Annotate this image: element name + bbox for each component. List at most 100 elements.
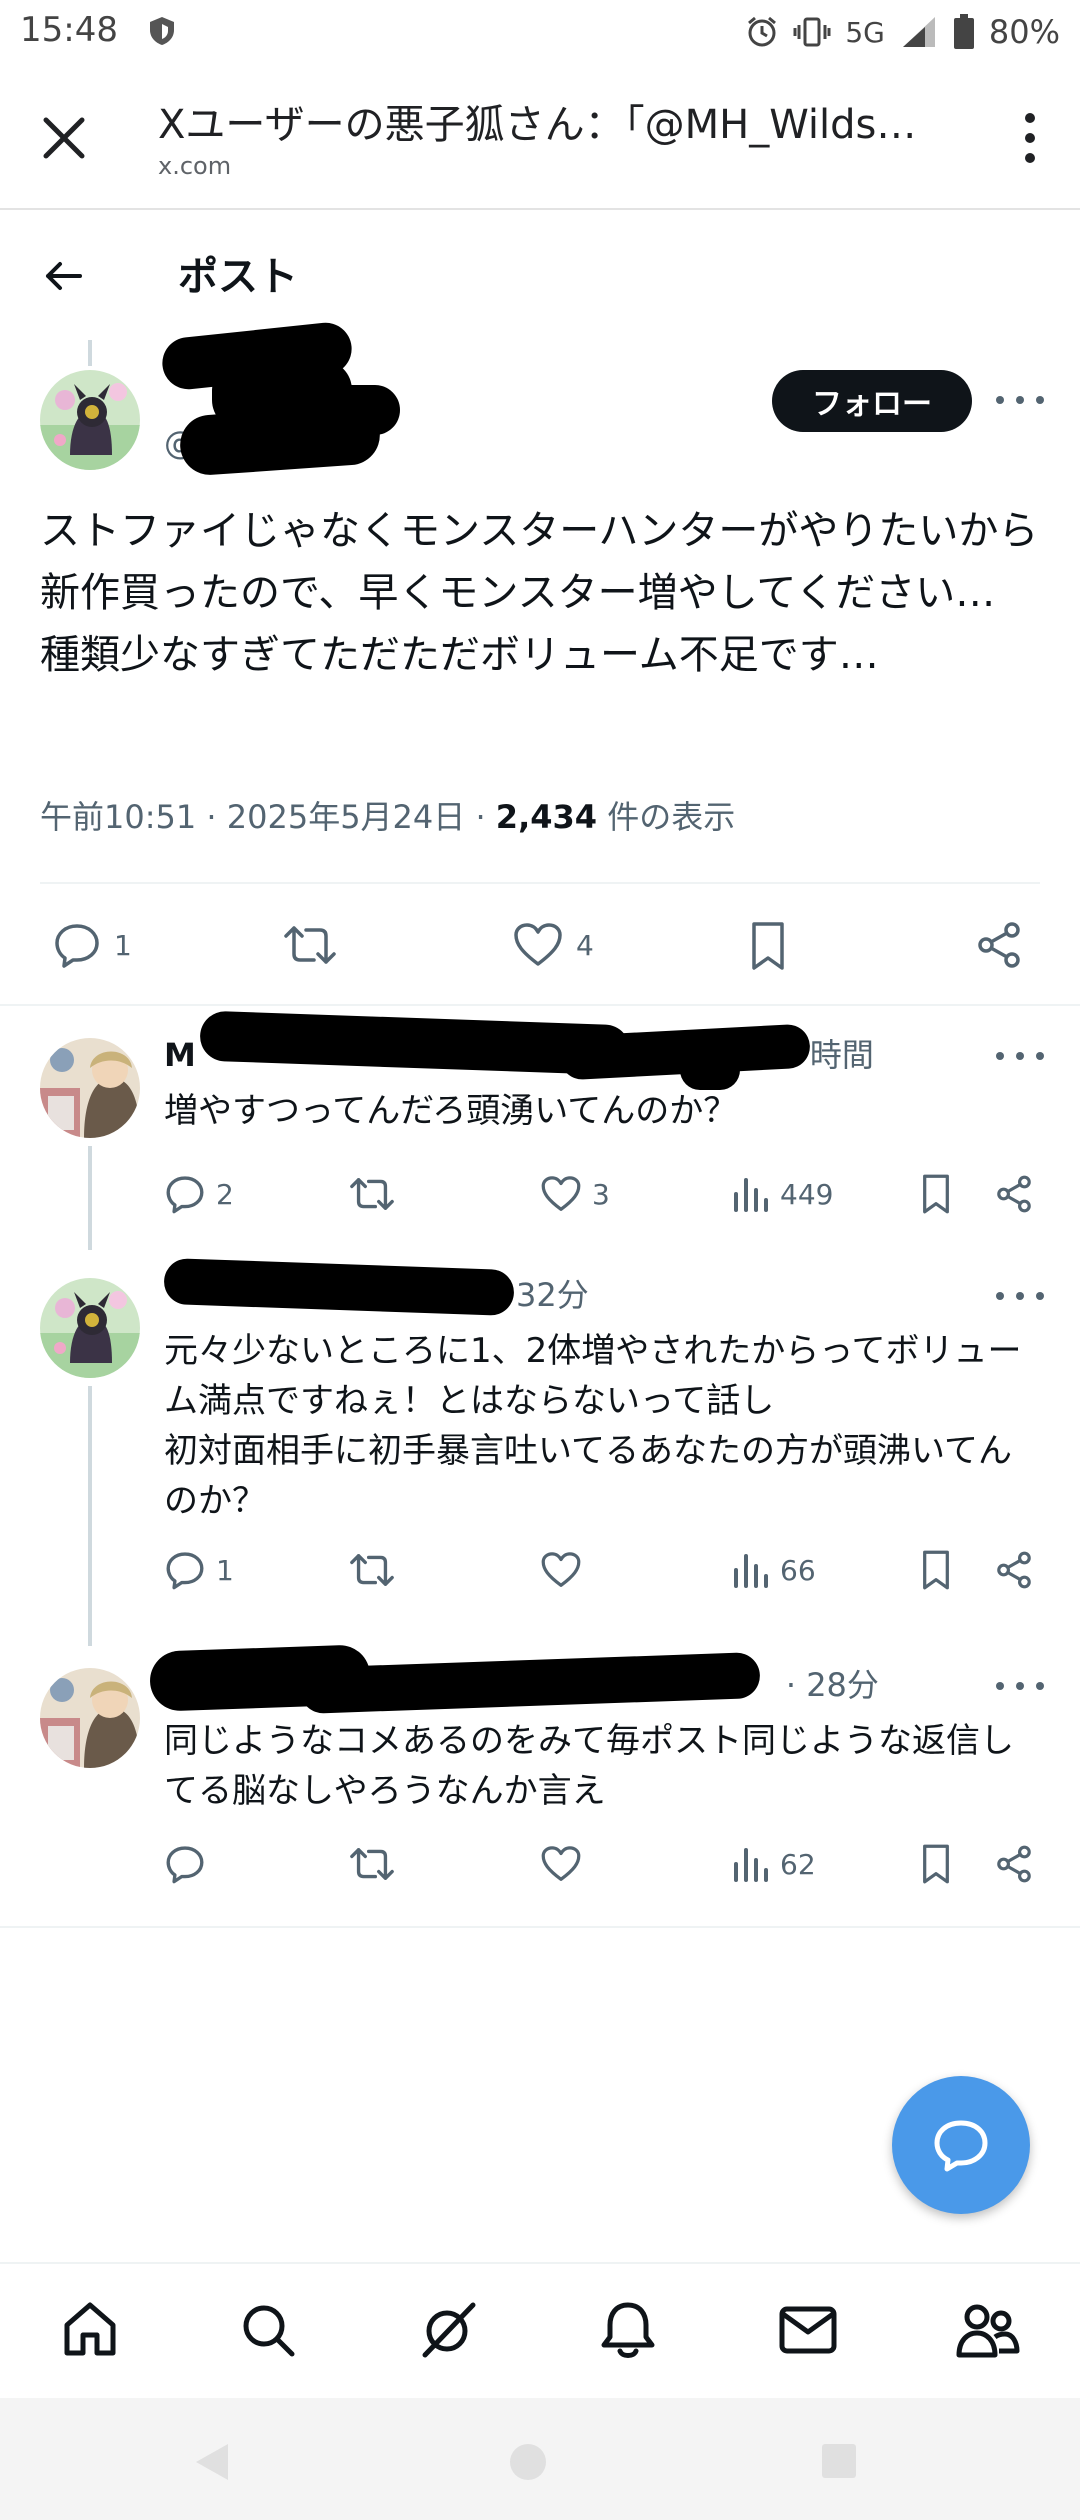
- reply-button[interactable]: 1: [164, 1540, 234, 1600]
- vibrate-icon: [793, 17, 831, 47]
- repost-icon: [350, 1848, 394, 1880]
- nav-messages[interactable]: [772, 2294, 844, 2366]
- heart-icon: [541, 1552, 581, 1587]
- share-button[interactable]: [974, 920, 1024, 970]
- share-button[interactable]: [994, 1540, 1034, 1600]
- reply-count: 1: [216, 1553, 234, 1587]
- signal-icon: [902, 17, 935, 47]
- messages-icon: [779, 2306, 837, 2354]
- reply-text: 元々少ないところに1、2体増やされたからってボリューム満点ですねぇ！とはならない…: [164, 1331, 1022, 1521]
- views-button[interactable]: 62: [730, 1834, 816, 1894]
- nav-grok[interactable]: [412, 2294, 484, 2366]
- redaction-mark: [680, 1050, 740, 1090]
- avatar[interactable]: [40, 1038, 140, 1138]
- bookmark-icon: [923, 1174, 949, 1214]
- reply-time: 32分: [516, 1276, 589, 1314]
- avatar[interactable]: [40, 1668, 140, 1768]
- post-text: ストファイじゃなくモンスターハンターがやりたいから新作買ったので、早くモンスター…: [40, 508, 1039, 678]
- avatar[interactable]: [40, 370, 140, 470]
- bookmark-icon: [923, 1550, 949, 1590]
- avatar[interactable]: [40, 1278, 140, 1378]
- repost-button[interactable]: [348, 1540, 396, 1600]
- bookmark-button[interactable]: [918, 1164, 954, 1224]
- reply-text: 増やすつってんだろ頭湧いてんのか？: [164, 1091, 738, 1131]
- bookmark-button[interactable]: [918, 1834, 954, 1894]
- notifications-icon: [601, 2302, 655, 2358]
- more-options-icon[interactable]: [996, 1286, 1044, 1306]
- status-bar: 15:48 5G 80%: [0, 0, 1080, 64]
- like-button[interactable]: 4: [512, 920, 594, 970]
- reply-time: · 28分: [785, 1666, 879, 1704]
- repost-button[interactable]: [282, 920, 338, 970]
- grok-icon: [422, 2302, 476, 2358]
- repost-icon: [284, 926, 336, 964]
- reply-icon: [166, 1846, 204, 1884]
- share-button[interactable]: [994, 1164, 1034, 1224]
- like-button[interactable]: 3: [540, 1164, 610, 1224]
- reply-time: 時間: [809, 1036, 874, 1074]
- post-header: ポスト: [0, 212, 1080, 332]
- reply-button[interactable]: 2: [164, 1164, 234, 1224]
- repost-button[interactable]: [348, 1834, 396, 1894]
- post-views: 2,434: [495, 798, 598, 836]
- nav-home[interactable]: [54, 2294, 126, 2366]
- share-button[interactable]: [994, 1834, 1034, 1894]
- views-button[interactable]: 449: [730, 1164, 833, 1224]
- nav-search[interactable]: [232, 2294, 304, 2366]
- views-button[interactable]: 66: [730, 1540, 816, 1600]
- back-arrow-icon[interactable]: [40, 252, 88, 300]
- bookmark-button[interactable]: [918, 1540, 954, 1600]
- share-icon: [997, 1845, 1031, 1883]
- alarm-icon: [748, 16, 777, 47]
- view-count: 449: [780, 1177, 834, 1211]
- reply-item[interactable]: M· 28分 同じようなコメあるのをみて毎ポスト同じような返信してる脳なしやろう…: [0, 1640, 1080, 1920]
- avatar-image: [40, 1278, 140, 1378]
- close-icon[interactable]: [36, 110, 92, 166]
- repost-button[interactable]: [348, 1164, 396, 1224]
- back-nav-icon[interactable]: [190, 2440, 232, 2484]
- reply-text: 同じようなコメあるのをみて毎ポスト同じような返信してる脳なしやろうなんか言え: [164, 1721, 1014, 1811]
- more-options-icon[interactable]: [996, 390, 1044, 410]
- like-count: 4: [576, 928, 594, 962]
- recents-nav-icon[interactable]: [818, 2440, 860, 2482]
- reply-actions: 2 3 449: [0, 1164, 1080, 1224]
- system-navigation-bar: [0, 2398, 1080, 2520]
- share-icon: [997, 1175, 1031, 1213]
- compose-reply-button[interactable]: [892, 2076, 1030, 2214]
- status-icons: 5G 80%: [745, 10, 1060, 54]
- thread-line: [88, 340, 92, 366]
- follow-button[interactable]: フォロー: [772, 370, 972, 432]
- view-count: 62: [780, 1847, 816, 1881]
- browser-toolbar: Xユーザーの悪子狐さん：「@MH_Wilds… x.com: [0, 64, 1080, 210]
- page-title: ポスト: [178, 254, 298, 300]
- analytics-icon: [734, 1554, 768, 1588]
- avatar-image: [40, 1668, 140, 1768]
- reply-item[interactable]: M 時間 増やすつってんだろ頭湧いてんのか？ 2 3 449: [0, 1010, 1080, 1250]
- bookmark-icon: [752, 922, 784, 970]
- divider: [40, 882, 1040, 884]
- bookmark-button[interactable]: [746, 920, 790, 972]
- more-options-icon[interactable]: [996, 1676, 1044, 1696]
- network-type: 5G: [845, 15, 885, 49]
- reply-item[interactable]: 32分 元々少ないところに1、2体増やされたからってボリューム満点ですねぇ！とは…: [0, 1250, 1080, 1646]
- nav-communities[interactable]: [952, 2294, 1024, 2366]
- reply-button[interactable]: 1: [52, 920, 132, 970]
- repost-icon: [350, 1554, 394, 1586]
- like-button[interactable]: [540, 1540, 582, 1600]
- avatar-image: [40, 370, 140, 470]
- like-count: 3: [592, 1177, 610, 1211]
- share-icon: [997, 1551, 1031, 1589]
- overflow-menu-icon[interactable]: [1010, 108, 1050, 168]
- nav-notifications[interactable]: [592, 2294, 664, 2366]
- like-button[interactable]: [540, 1834, 582, 1894]
- home-nav-icon[interactable]: [506, 2440, 550, 2484]
- analytics-icon: [734, 1178, 768, 1212]
- more-options-icon[interactable]: [996, 1046, 1044, 1066]
- repost-icon: [350, 1178, 394, 1210]
- reply-count: 1: [114, 928, 132, 962]
- post-time: 午前10:51: [40, 798, 197, 836]
- reply-actions: 1 66: [0, 1540, 1080, 1600]
- reply-icon: [55, 924, 99, 968]
- divider: [0, 1004, 1080, 1006]
- reply-button[interactable]: [164, 1834, 206, 1894]
